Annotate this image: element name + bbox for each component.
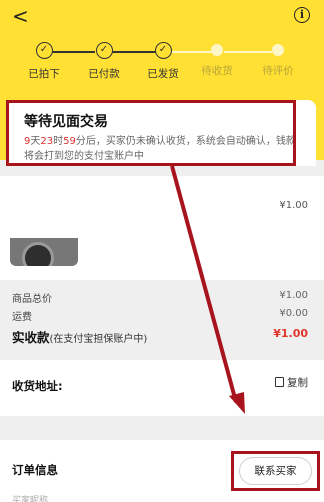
check-icon: ✓	[154, 42, 172, 59]
goods-price: ¥1.00	[279, 200, 308, 211]
step-placed: ✓ 已拍下	[14, 42, 74, 81]
order-info-label: 订单信息	[12, 463, 58, 477]
pending-dot-icon	[272, 44, 284, 56]
step-label: 已拍下	[28, 68, 60, 80]
paid-label: 实收款	[12, 330, 50, 345]
shipping-value: ¥0.00	[279, 308, 308, 319]
info-icon[interactable]: i	[294, 7, 310, 23]
paid-note: (在支付宝担保账户中)	[49, 334, 148, 345]
highlight-box-contact	[231, 451, 320, 491]
step-awaiting-receipt: 待收货	[187, 42, 247, 78]
step-label: 待收货	[201, 65, 233, 77]
buyer-nickname-label: 买家昵称	[12, 496, 49, 502]
goods-thumbnail[interactable]	[10, 238, 78, 266]
highlight-box-status	[6, 100, 296, 166]
check-icon: ✓	[35, 42, 53, 59]
copy-label: 复制	[287, 377, 308, 389]
step-shipped: ✓ 已发货	[133, 42, 193, 81]
step-label: 待评价	[262, 65, 294, 77]
step-label: 已付款	[88, 68, 120, 80]
goods-total-row: 商品总价 ¥1.00	[12, 290, 312, 306]
shipping-row: 运费 ¥0.00	[12, 308, 312, 324]
paid-value: ¥1.00	[273, 327, 308, 340]
paid-row: 实收款(在支付宝担保账户中) ¥1.00	[12, 327, 312, 345]
check-icon: ✓	[95, 42, 113, 59]
shipping-label: 运费	[12, 312, 32, 323]
step-paid: ✓ 已付款	[74, 42, 134, 81]
step-label: 已发货	[147, 68, 179, 80]
back-button[interactable]: <	[12, 6, 29, 26]
copy-button[interactable]: 复制	[275, 375, 308, 390]
goods-total-label: 商品总价	[12, 294, 52, 305]
step-awaiting-review: 待评价	[248, 42, 308, 78]
pending-dot-icon	[211, 44, 223, 56]
order-progress: ✓ 已拍下 ✓ 已付款 ✓ 已发货 待收货 待评价	[0, 42, 324, 82]
address-label: 收货地址:	[12, 379, 63, 393]
goods-total-value: ¥1.00	[279, 290, 308, 301]
copy-icon	[275, 377, 284, 387]
